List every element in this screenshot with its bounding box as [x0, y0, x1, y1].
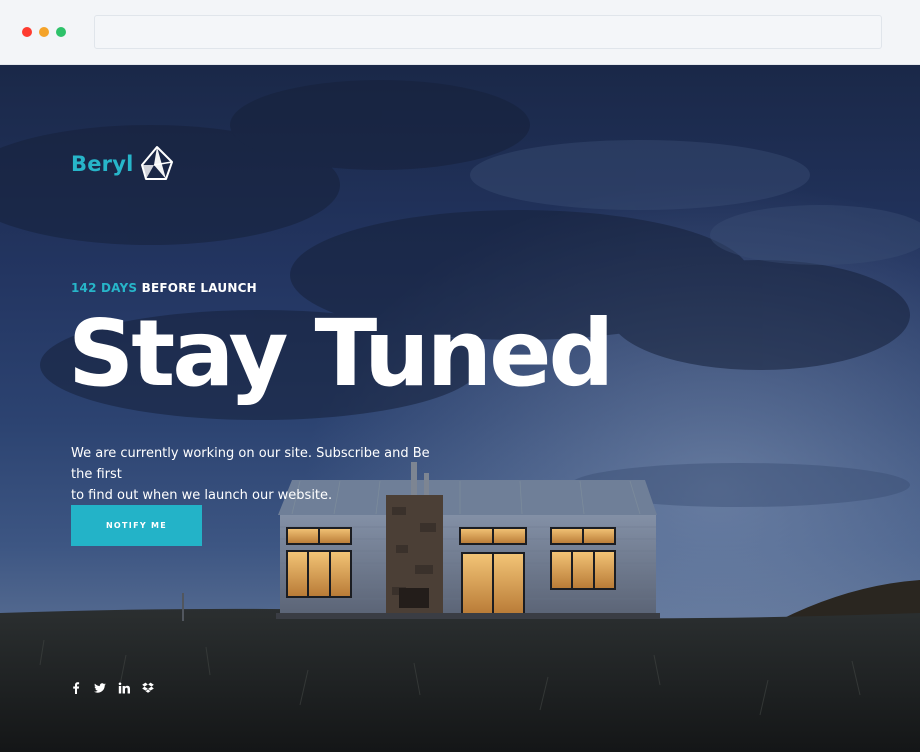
twitter-icon [94, 683, 106, 693]
facebook-icon [73, 682, 80, 694]
intro-line-1: We are currently working on our site. Su… [71, 446, 430, 482]
social-links [70, 682, 154, 694]
page-title: Stay Tuned [68, 300, 614, 407]
linkedin-icon [118, 682, 130, 694]
linkedin-link[interactable] [118, 682, 130, 694]
countdown-days: 142 DAYS [71, 281, 138, 295]
brand-name: Beryl [71, 152, 134, 176]
gem-icon [140, 146, 173, 180]
brand-logo[interactable]: Beryl [71, 145, 174, 183]
address-bar[interactable] [94, 15, 882, 49]
dropbox-link[interactable] [142, 682, 154, 694]
launch-countdown: 142 DAYS BEFORE LAUNCH [71, 281, 257, 295]
countdown-suffix: BEFORE LAUNCH [141, 281, 257, 295]
intro-line-2: to find out when we launch our website. [71, 488, 333, 503]
dropbox-icon [142, 682, 154, 693]
intro-text: We are currently working on our site. Su… [71, 443, 451, 506]
minimize-window-button[interactable] [39, 27, 49, 37]
facebook-link[interactable] [70, 682, 82, 694]
notify-me-button[interactable]: NOTIFY ME [71, 505, 202, 546]
hero-section: Beryl 142 DAYS BEFORE LAUNCH Stay Tuned … [0, 65, 920, 752]
maximize-window-button[interactable] [56, 27, 66, 37]
browser-chrome [0, 0, 920, 65]
twitter-link[interactable] [94, 682, 106, 694]
close-window-button[interactable] [22, 27, 32, 37]
